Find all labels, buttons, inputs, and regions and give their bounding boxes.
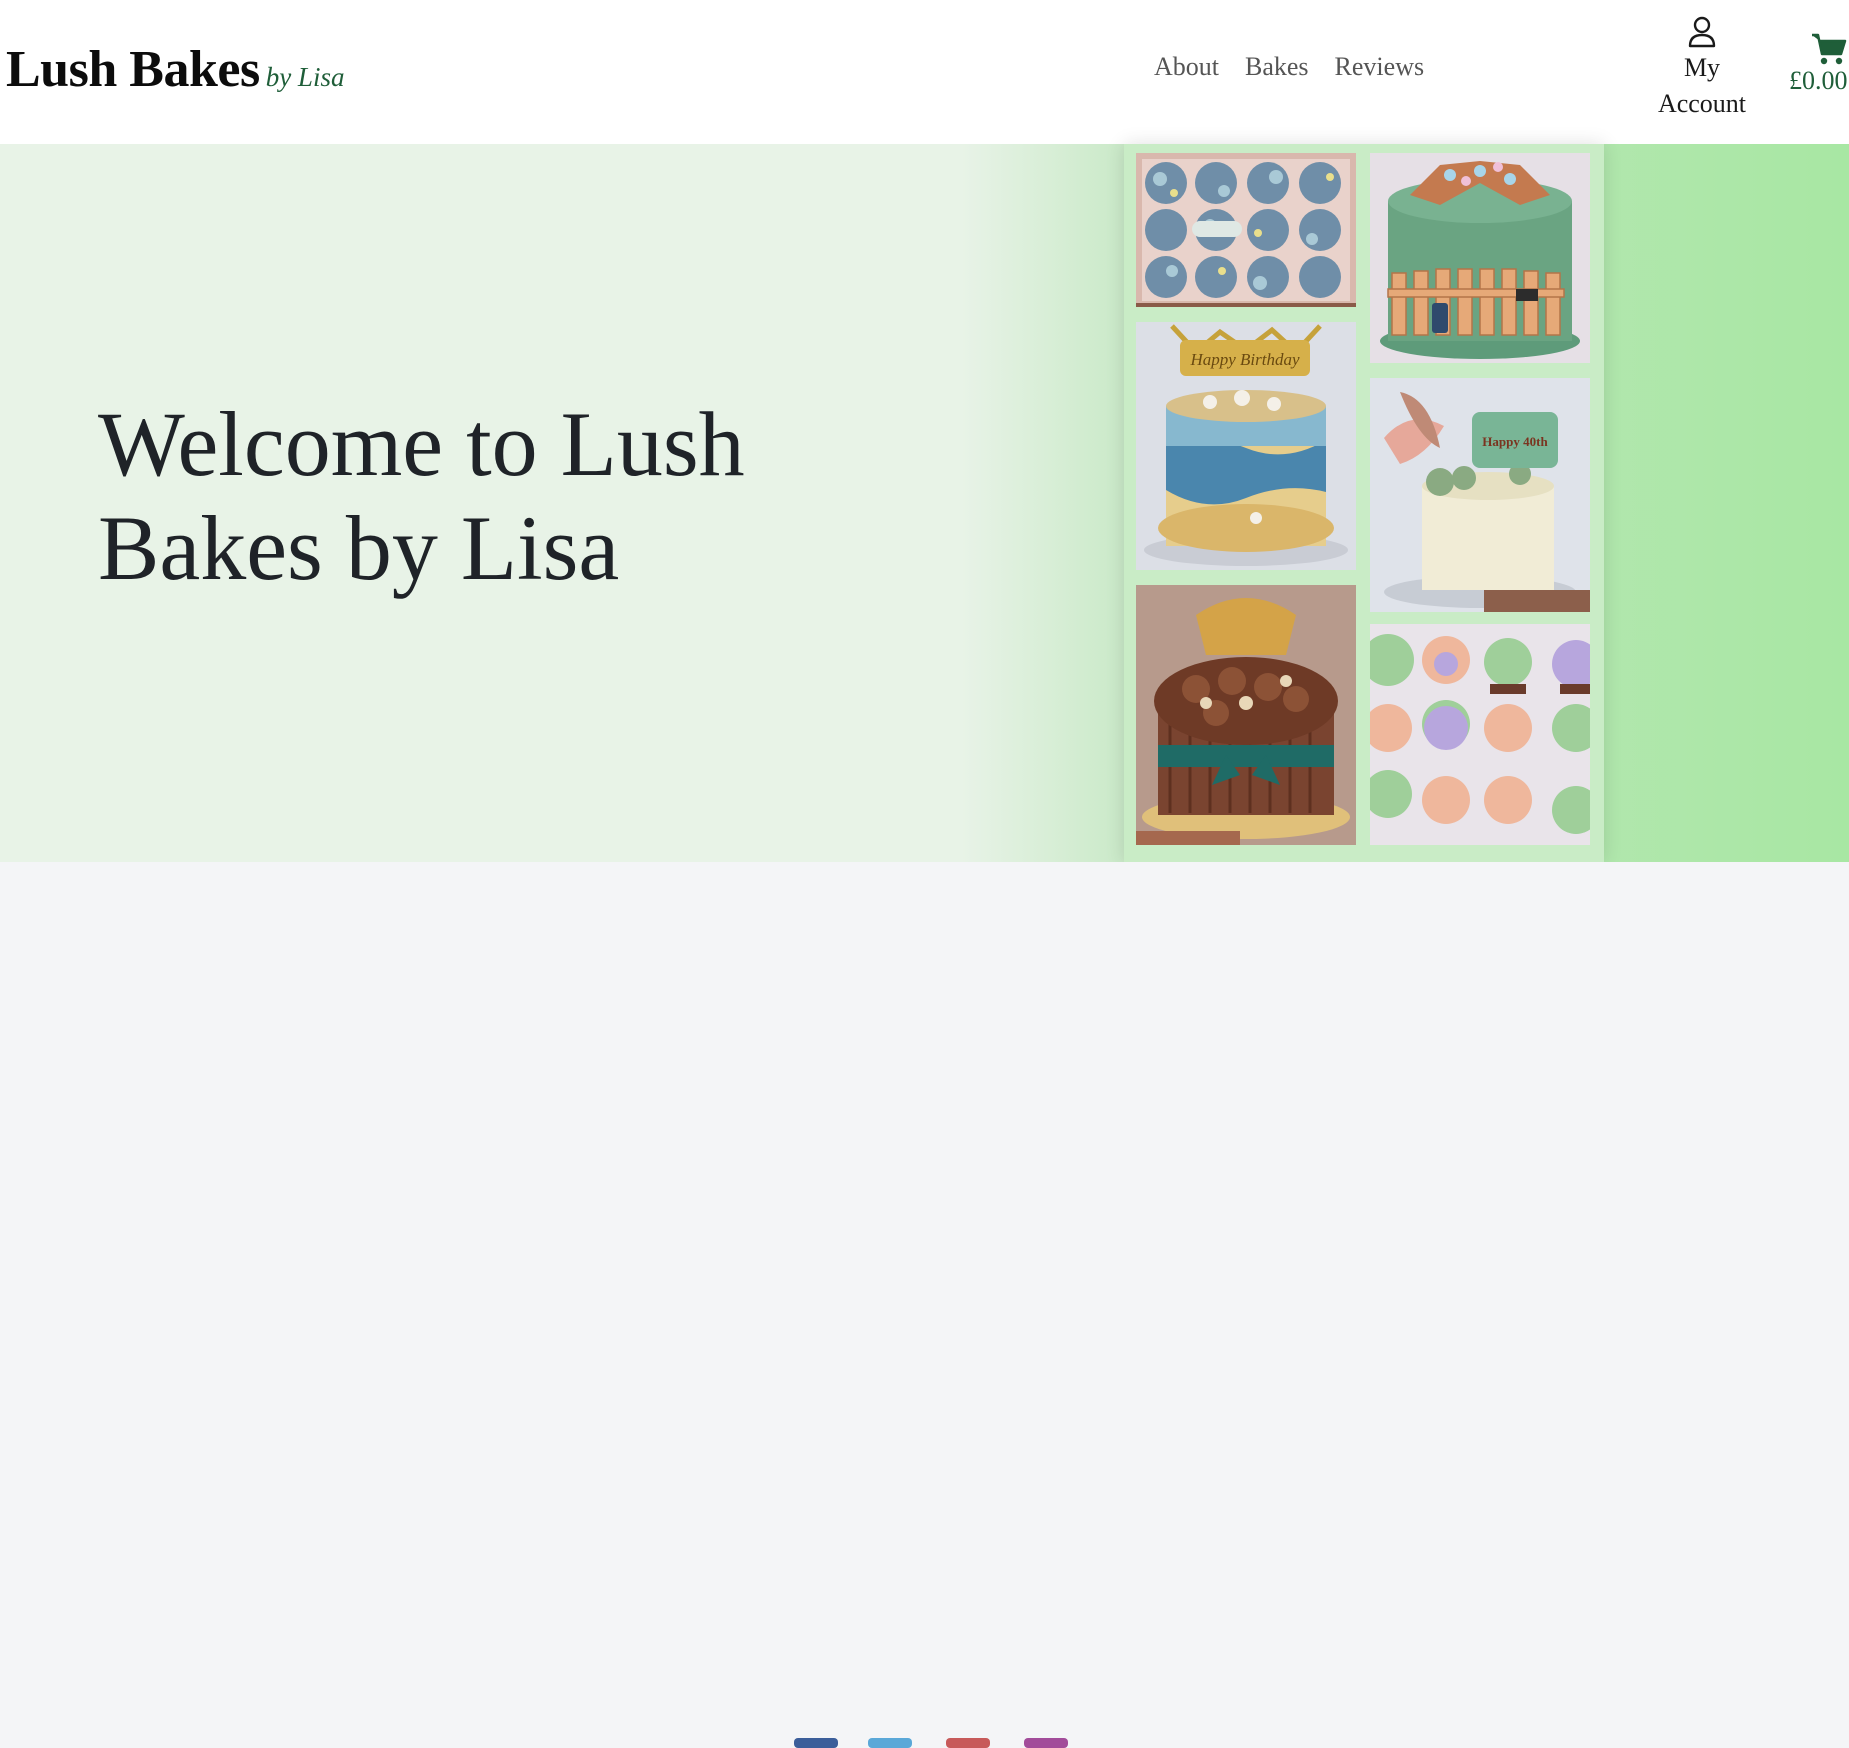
forty-topper-text: Happy 40th: [1482, 434, 1548, 449]
blue-cupcakes-box-image[interactable]: [1136, 153, 1356, 307]
brand-tagline: by Lisa: [265, 62, 345, 92]
my-account-link[interactable]: My Account: [1650, 16, 1754, 122]
main-nav: About Bakes Reviews: [1154, 52, 1424, 82]
footer-strip: [0, 862, 1849, 1748]
happy-40th-floral-cake-image[interactable]: Happy 40th: [1370, 378, 1590, 612]
cart-total: £0.00: [1789, 66, 1848, 95]
cart-link[interactable]: £0.00: [1789, 32, 1848, 96]
brand-logo[interactable]: Lush Bakes by Lisa: [6, 40, 344, 99]
birthday-topper-text: Happy Birthday: [1189, 350, 1300, 369]
pastel-cupcakes-image[interactable]: [1370, 624, 1590, 845]
hero-section: Welcome to Lush Bakes by Lisa Happy Birt…: [0, 144, 1849, 862]
pinterest-icon[interactable]: [946, 1738, 990, 1748]
site-header: Lush Bakes by Lisa About Bakes Reviews My…: [0, 0, 1849, 144]
hero-title: Welcome to Lush Bakes by Lisa: [98, 393, 745, 599]
happy-birthday-beach-cake-image[interactable]: Happy Birthday: [1136, 322, 1356, 570]
instagram-icon[interactable]: [1024, 1738, 1068, 1748]
brand-name: Lush Bakes: [6, 41, 260, 98]
nav-item-reviews[interactable]: Reviews: [1335, 52, 1425, 82]
facebook-icon[interactable]: [794, 1738, 838, 1748]
bakes-gallery: Happy Birthday Happy 40th: [1124, 144, 1604, 862]
nav-item-bakes[interactable]: Bakes: [1245, 52, 1309, 82]
cart-icon: [1812, 33, 1847, 65]
user-icon: [1688, 16, 1716, 48]
nav-item-about[interactable]: About: [1154, 52, 1219, 82]
twitter-icon[interactable]: [868, 1738, 912, 1748]
account-label-line1: My: [1683, 53, 1721, 82]
chocolate-ribbon-cake-image[interactable]: [1136, 585, 1356, 845]
green-garden-fence-cake-image[interactable]: [1370, 153, 1590, 363]
account-label-line2: Account: [1657, 89, 1747, 118]
